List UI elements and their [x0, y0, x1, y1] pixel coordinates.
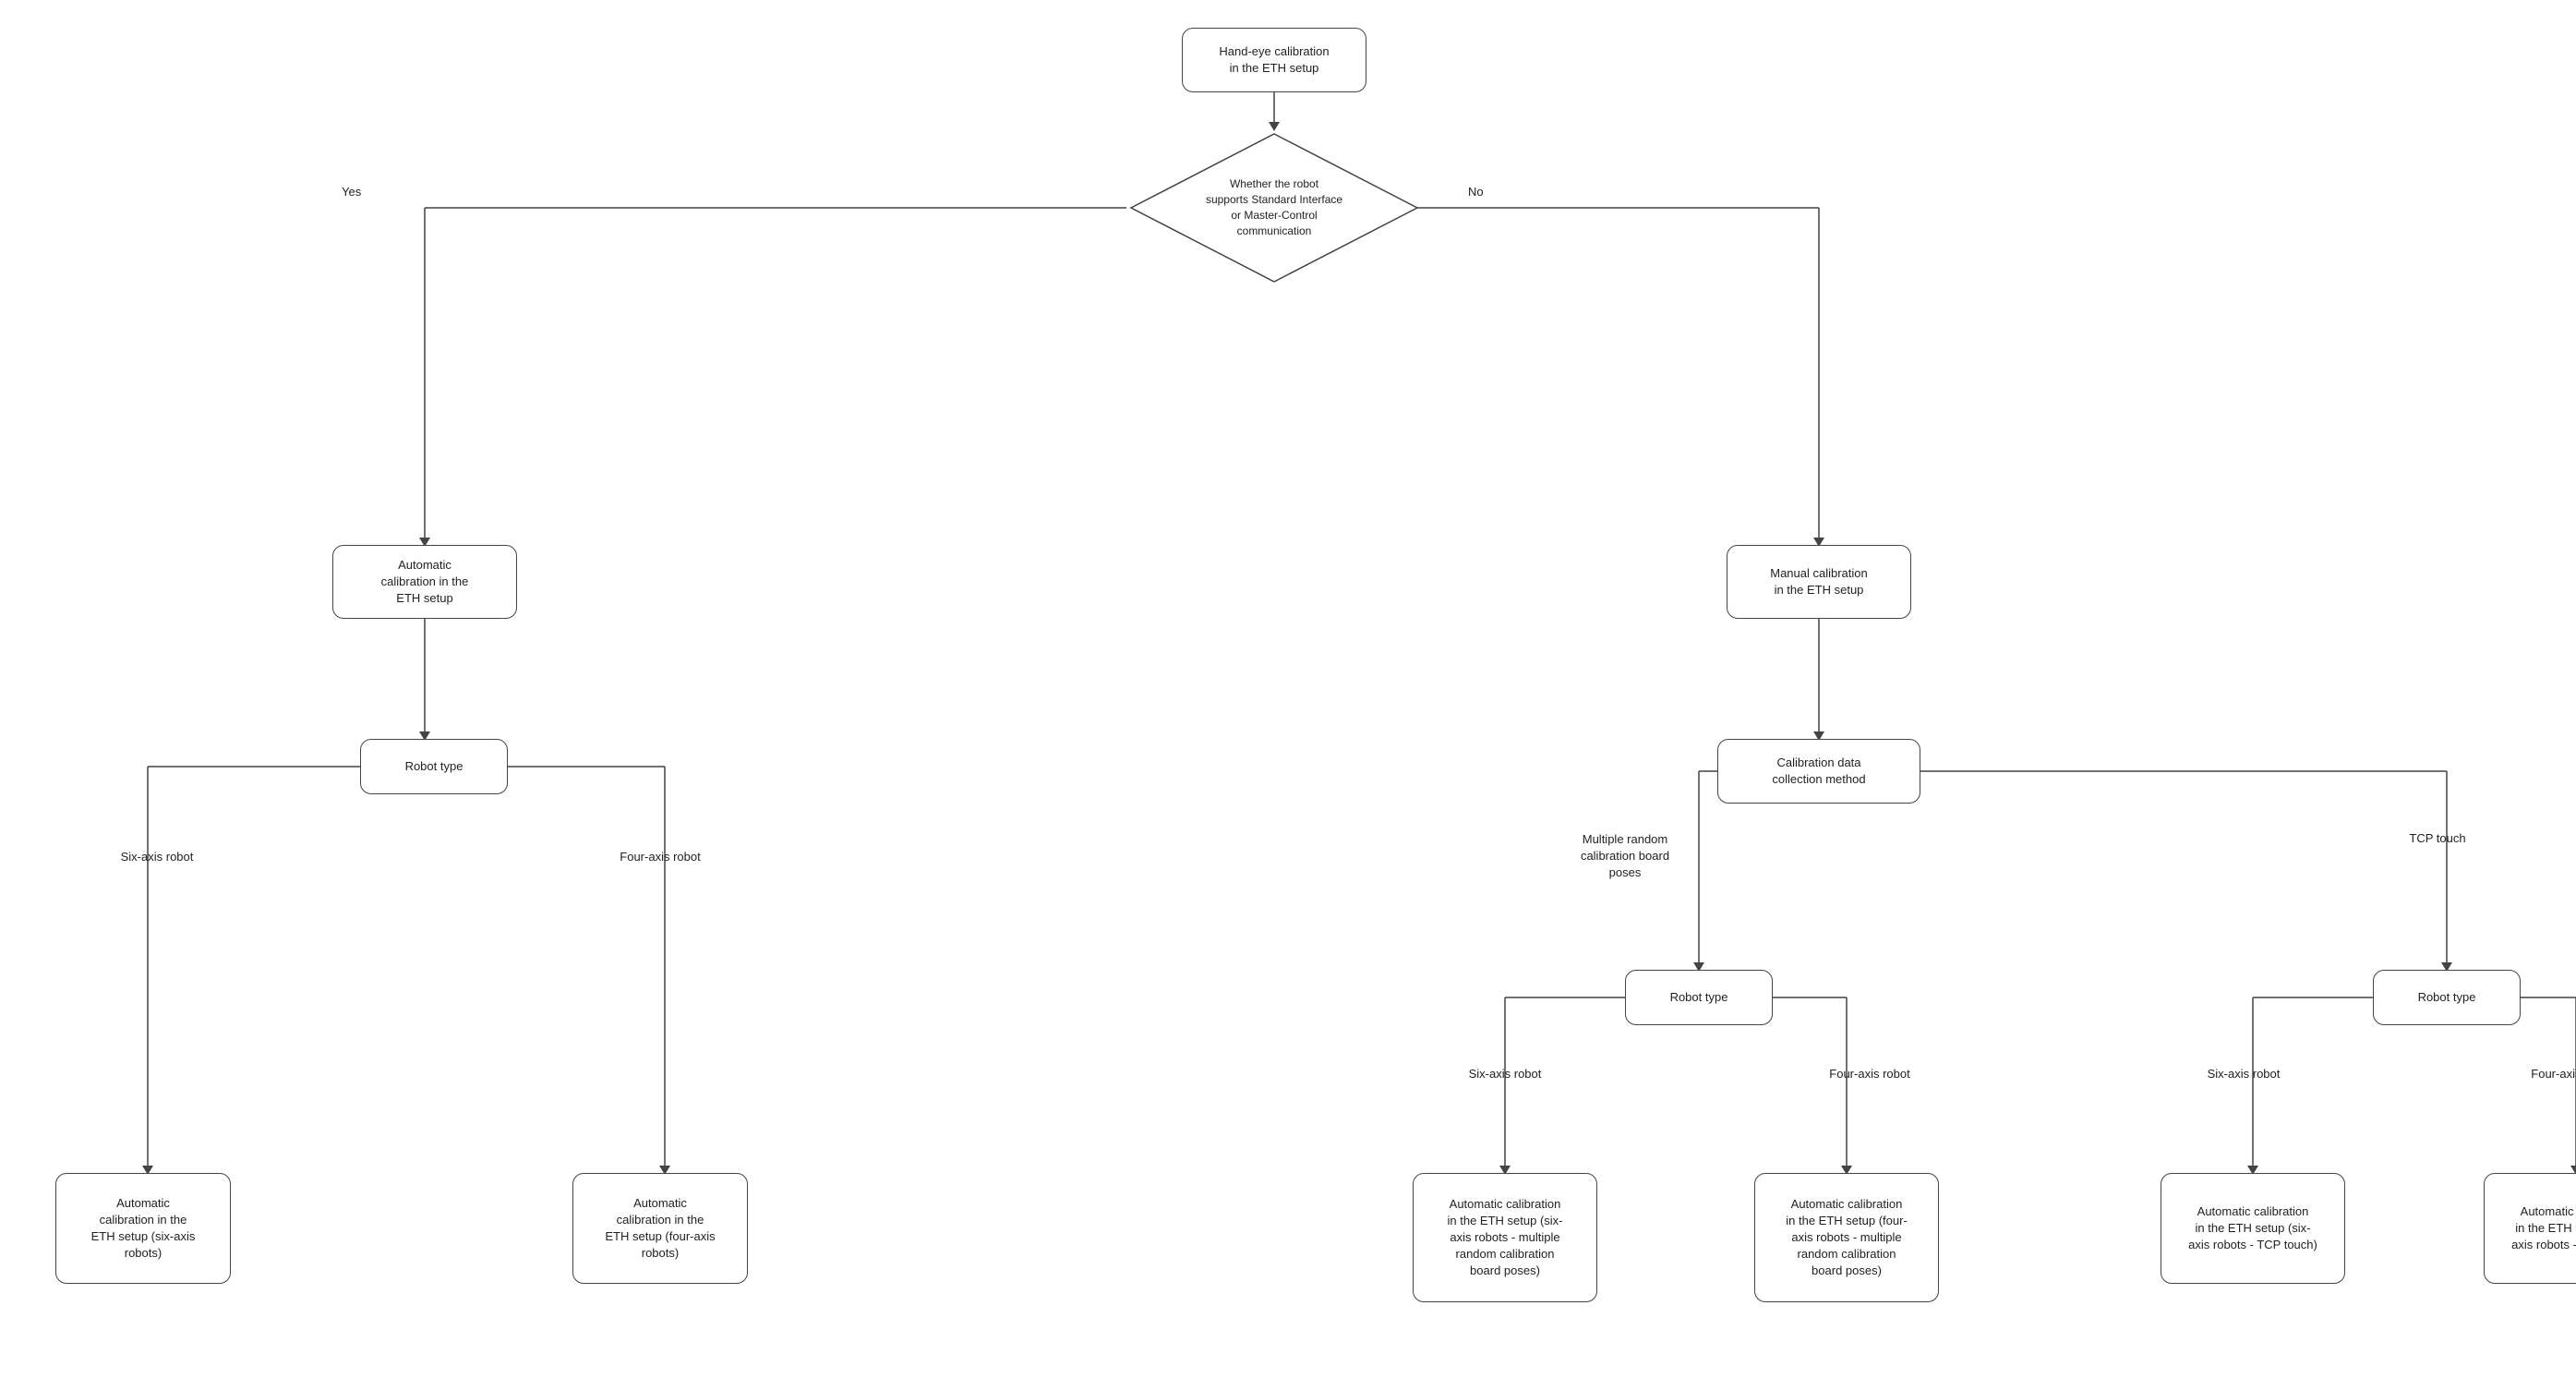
- robot-type-tcp-label: Robot type: [2418, 989, 2476, 1006]
- robot-type-multi-label: Robot type: [1670, 989, 1728, 1006]
- auto-eth-label: Automatic calibration in the ETH setup: [381, 557, 469, 608]
- root-node: Hand-eye calibration in the ETH setup: [1182, 28, 1366, 92]
- auto-six-tcp-label: Automatic calibration in the ETH setup (…: [2188, 1203, 2317, 1254]
- root-label: Hand-eye calibration in the ETH setup: [1219, 43, 1329, 77]
- four-axis-label-1: Four-axis robot: [600, 850, 720, 864]
- auto-six-node: Automatic calibration in the ETH setup (…: [55, 1173, 231, 1284]
- multiple-random-label: Multiple random calibration board poses: [1551, 831, 1699, 882]
- yes-label: Yes: [342, 185, 361, 199]
- flowchart-container: Hand-eye calibration in the ETH setup Wh…: [0, 0, 2576, 1378]
- auto-four-multi-node: Automatic calibration in the ETH setup (…: [1754, 1173, 1939, 1302]
- robot-type-auto-label: Robot type: [405, 758, 463, 775]
- six-axis-label-2: Six-axis robot: [1450, 1067, 1560, 1081]
- robot-type-tcp-node: Robot type: [2373, 970, 2521, 1025]
- decision-diamond: Whether the robot supports Standard Inte…: [1126, 129, 1422, 286]
- auto-four-tcp-label: Automatic calibration in the ETH setup (…: [2511, 1203, 2576, 1254]
- robot-type-auto-node: Robot type: [360, 739, 508, 794]
- calib-data-label: Calibration data collection method: [1772, 755, 1865, 788]
- no-label: No: [1468, 185, 1484, 199]
- auto-four-multi-label: Automatic calibration in the ETH setup (…: [1786, 1196, 1908, 1280]
- auto-six-multi-node: Automatic calibration in the ETH setup (…: [1413, 1173, 1597, 1302]
- auto-six-label: Automatic calibration in the ETH setup (…: [91, 1195, 196, 1263]
- calib-data-node: Calibration data collection method: [1717, 739, 1920, 804]
- six-axis-label-3: Six-axis robot: [2188, 1067, 2299, 1081]
- four-axis-label-3: Four-axis robot: [2511, 1067, 2576, 1081]
- robot-type-multi-node: Robot type: [1625, 970, 1773, 1025]
- auto-six-tcp-node: Automatic calibration in the ETH setup (…: [2161, 1173, 2345, 1284]
- auto-eth-node: Automatic calibration in the ETH setup: [332, 545, 517, 619]
- manual-eth-node: Manual calibration in the ETH setup: [1727, 545, 1911, 619]
- auto-four-label: Automatic calibration in the ETH setup (…: [605, 1195, 715, 1263]
- manual-eth-label: Manual calibration in the ETH setup: [1770, 565, 1868, 598]
- four-axis-label-2: Four-axis robot: [1810, 1067, 1930, 1081]
- auto-four-node: Automatic calibration in the ETH setup (…: [572, 1173, 748, 1284]
- tcp-touch-label: TCP touch: [2382, 831, 2493, 845]
- auto-six-multi-label: Automatic calibration in the ETH setup (…: [1448, 1196, 1563, 1280]
- six-axis-label-1: Six-axis robot: [102, 850, 212, 864]
- auto-four-tcp-node: Automatic calibration in the ETH setup (…: [2484, 1173, 2576, 1284]
- decision-label: Whether the robot supports Standard Inte…: [1169, 176, 1379, 238]
